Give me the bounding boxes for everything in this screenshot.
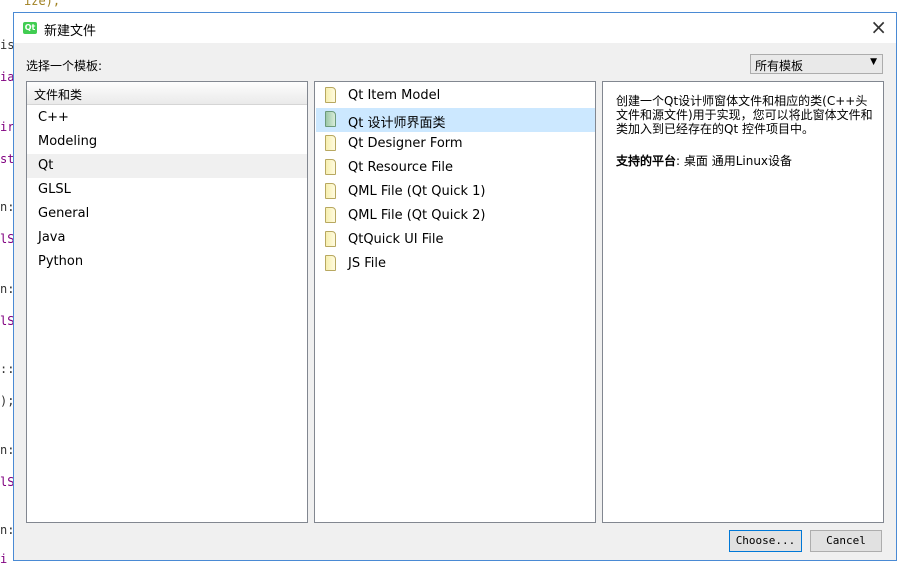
template-item-label: JS File xyxy=(348,256,386,271)
template-filter-select[interactable]: 所有模板 ▼ xyxy=(750,54,883,74)
category-item-label: Java xyxy=(38,230,66,245)
category-item-cpp[interactable]: C++ xyxy=(27,106,307,130)
template-list: Qt Item Model Qt 设计师界面类 Qt Designer Form… xyxy=(314,81,596,523)
file-icon xyxy=(325,183,336,199)
template-item-js-file[interactable]: JS File xyxy=(316,252,595,276)
template-item-qt-designer-form[interactable]: Qt Designer Form xyxy=(316,132,595,156)
supported-platforms: 支持的平台: 桌面 通用Linux设备 xyxy=(616,152,792,169)
template-item-qml-quick2[interactable]: QML File (Qt Quick 2) xyxy=(316,204,595,228)
template-item-label: QtQuick UI File xyxy=(348,232,444,247)
template-item-qt-item-model[interactable]: Qt Item Model xyxy=(316,84,595,108)
category-header-label: 文件和类 xyxy=(34,88,83,102)
title-bar[interactable]: Qt 新建文件 × xyxy=(14,13,896,43)
platform-value: : 桌面 通用Linux设备 xyxy=(676,154,793,168)
template-prompt-label: 选择一个模板: xyxy=(26,59,103,73)
editor-top-line: ize); xyxy=(14,0,899,12)
platform-label: 支持的平台 xyxy=(616,154,677,168)
template-item-qml-quick1[interactable]: QML File (Qt Quick 1) xyxy=(316,180,595,204)
file-icon xyxy=(325,159,336,175)
template-item-label: Qt 设计师界面类 xyxy=(348,116,446,131)
choose-button[interactable]: Choose... xyxy=(729,530,802,552)
category-item-label: Python xyxy=(38,254,84,269)
template-item-qt-designer-class[interactable]: Qt 设计师界面类 xyxy=(316,108,595,132)
file-icon xyxy=(325,87,336,103)
category-item-label: GLSL xyxy=(38,182,71,197)
template-description: 创建一个Qt设计师窗体文件和相应的类(C++头文件和源文件)用于实现，您可以将此… xyxy=(616,94,873,136)
category-header: 文件和类 xyxy=(27,82,307,105)
editor-background: is ia ir st n: lS n: lS :: ); n: lS n: i xyxy=(0,0,14,566)
file-icon xyxy=(325,111,336,127)
category-item-glsl[interactable]: GLSL xyxy=(27,178,307,202)
template-item-label: Qt Item Model xyxy=(348,88,441,103)
category-item-python[interactable]: Python xyxy=(27,250,307,274)
template-description-panel: 创建一个Qt设计师窗体文件和相应的类(C++头文件和源文件)用于实现，您可以将此… xyxy=(602,81,884,523)
file-icon xyxy=(325,231,336,247)
category-list: 文件和类 C++ Modeling Qt GLSL General Java P… xyxy=(26,81,308,523)
category-item-label: General xyxy=(38,206,90,221)
template-item-label: QML File (Qt Quick 1) xyxy=(348,184,486,199)
template-item-label: QML File (Qt Quick 2) xyxy=(348,208,486,223)
template-filter-value: 所有模板 xyxy=(755,59,804,73)
category-item-general[interactable]: General xyxy=(27,202,307,226)
chevron-down-icon: ▼ xyxy=(870,57,877,67)
template-item-qt-resource-file[interactable]: Qt Resource File xyxy=(316,156,595,180)
category-item-qt[interactable]: Qt xyxy=(27,154,307,178)
qt-logo-icon: Qt xyxy=(23,22,37,34)
category-item-label: C++ xyxy=(38,110,69,125)
template-item-label: Qt Designer Form xyxy=(348,136,463,151)
file-icon xyxy=(325,255,336,271)
file-icon xyxy=(325,135,336,151)
cancel-button[interactable]: Cancel xyxy=(810,530,882,552)
file-icon xyxy=(325,207,336,223)
template-item-qtquick-ui-file[interactable]: QtQuick UI File xyxy=(316,228,595,252)
close-icon[interactable]: × xyxy=(870,16,887,38)
category-item-label: Modeling xyxy=(38,134,98,149)
template-item-label: Qt Resource File xyxy=(348,160,453,175)
new-file-dialog: Qt 新建文件 × 选择一个模板: 所有模板 ▼ 文件和类 C++ Modeli… xyxy=(13,12,897,561)
category-item-label: Qt xyxy=(38,158,54,173)
category-item-java[interactable]: Java xyxy=(27,226,307,250)
category-item-modeling[interactable]: Modeling xyxy=(27,130,307,154)
editor-text: ize); xyxy=(24,0,61,8)
dialog-title: 新建文件 xyxy=(44,24,97,39)
